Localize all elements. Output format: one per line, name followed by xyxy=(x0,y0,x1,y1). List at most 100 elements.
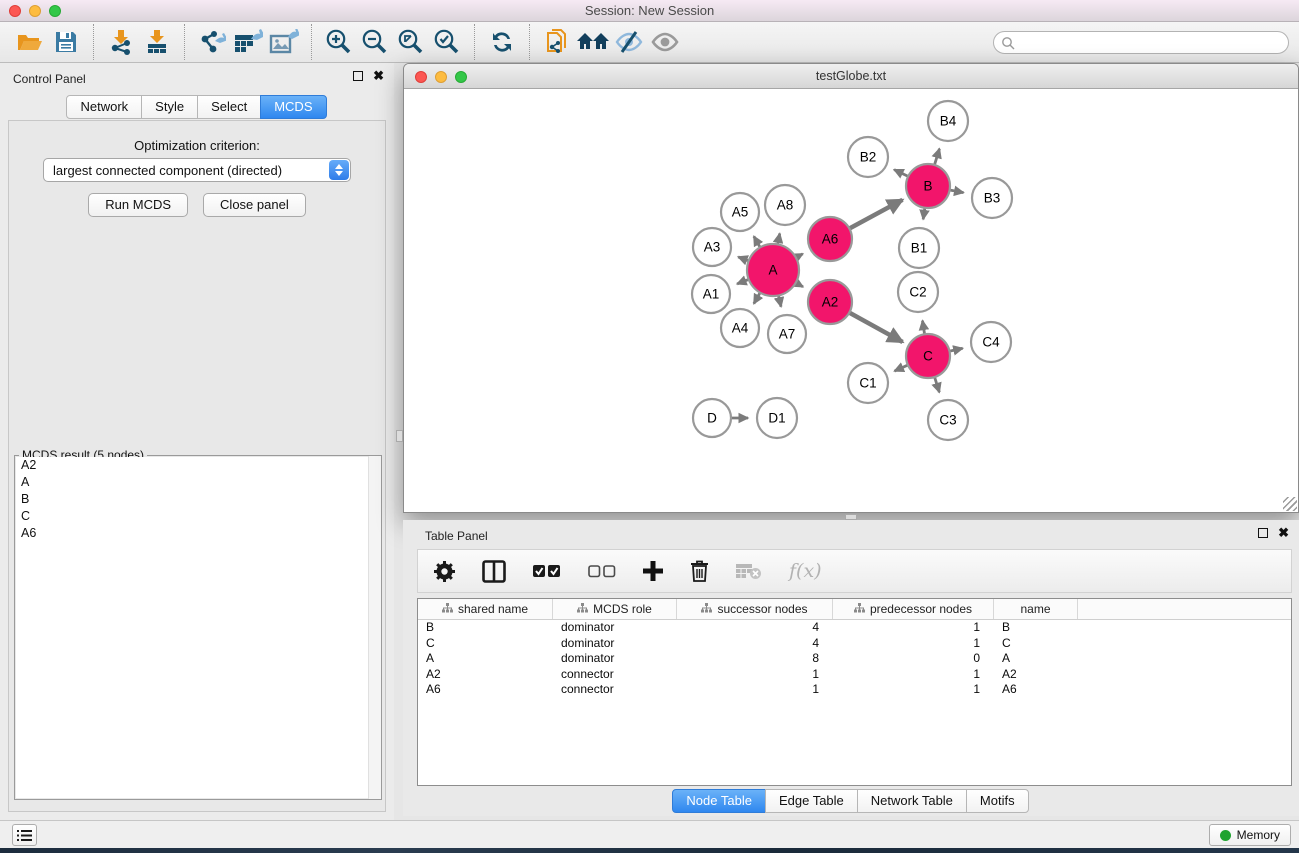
tab-node-table[interactable]: Node Table xyxy=(672,789,766,813)
zoom-in-icon[interactable] xyxy=(321,25,357,59)
result-item[interactable]: A2 xyxy=(16,457,380,474)
node-table[interactable]: shared nameMCDS rolesuccessor nodesprede… xyxy=(417,598,1292,786)
network-canvas[interactable]: B4B2BB3A5A8A3A6B1AA1C2A2A4A7CC4C1C3DD1 xyxy=(404,89,1298,512)
tab-network[interactable]: Network xyxy=(66,95,142,119)
search-field[interactable] xyxy=(993,31,1289,54)
first-neighbors-houses-icon[interactable] xyxy=(575,25,611,59)
column-header-name[interactable]: name xyxy=(994,599,1078,619)
control-panel-float-icon[interactable] xyxy=(353,71,363,81)
save-session-icon[interactable] xyxy=(48,25,84,59)
new-network-from-selection-icon[interactable] xyxy=(539,25,575,59)
export-image-icon[interactable] xyxy=(266,25,302,59)
graph-edge-A6-B[interactable] xyxy=(848,200,903,230)
open-session-icon[interactable] xyxy=(12,25,48,59)
result-scrollbar[interactable] xyxy=(368,456,381,799)
column-header-MCDS-role[interactable]: MCDS role xyxy=(553,599,677,619)
run-mcds-button[interactable]: Run MCDS xyxy=(88,193,188,217)
import-network-icon[interactable] xyxy=(103,25,139,59)
cell-shared-name[interactable]: A xyxy=(418,651,553,667)
cell-successor-nodes[interactable]: 1 xyxy=(677,667,833,683)
cell-predecessor-nodes[interactable]: 1 xyxy=(833,667,994,683)
tab-edge-table[interactable]: Edge Table xyxy=(765,789,858,813)
node-table-header[interactable]: shared nameMCDS rolesuccessor nodesprede… xyxy=(418,599,1291,620)
cell-predecessor-nodes[interactable]: 1 xyxy=(833,682,994,698)
cell-shared-name[interactable]: A2 xyxy=(418,667,553,683)
cell-name[interactable]: C xyxy=(994,636,1078,652)
network-graph[interactable]: B4B2BB3A5A8A3A6B1AA1C2A2A4A7CC4C1C3DD1 xyxy=(404,89,1298,512)
cell-shared-name[interactable]: B xyxy=(418,620,553,636)
hide-selected-eye-slash-icon[interactable] xyxy=(611,25,647,59)
cell-predecessor-nodes[interactable]: 1 xyxy=(833,636,994,652)
zoom-out-icon[interactable] xyxy=(357,25,393,59)
table-panel-close-icon[interactable]: ✖ xyxy=(1278,527,1289,539)
function-builder-fx-icon: f(x) xyxy=(789,560,822,582)
mcds-result-list[interactable]: A2ABCA6 xyxy=(16,457,380,798)
export-network-icon[interactable] xyxy=(194,25,230,59)
table-panel-float-icon[interactable] xyxy=(1258,528,1268,538)
network-close-button[interactable] xyxy=(415,71,427,83)
table-row[interactable]: Cdominator41C xyxy=(418,636,1291,652)
criterion-dropdown[interactable]: largest connected component (directed) xyxy=(43,158,351,182)
delete-columns-trash-icon[interactable] xyxy=(690,560,709,582)
graph-node-label-A3: A3 xyxy=(704,240,721,255)
cell-name[interactable]: A2 xyxy=(994,667,1078,683)
graph-edge-A2-C[interactable] xyxy=(848,312,903,342)
settings-gear-icon[interactable] xyxy=(434,561,455,582)
result-item[interactable]: A6 xyxy=(16,525,380,542)
zoom-fit-icon[interactable] xyxy=(393,25,429,59)
cell-name[interactable]: B xyxy=(994,620,1078,636)
cell-successor-nodes[interactable]: 1 xyxy=(677,682,833,698)
result-item[interactable]: C xyxy=(16,508,380,525)
tab-network-table[interactable]: Network Table xyxy=(857,789,967,813)
column-header-predecessor-nodes[interactable]: predecessor nodes xyxy=(833,599,994,619)
result-item[interactable]: B xyxy=(16,491,380,508)
cell-MCDS-role[interactable]: dominator xyxy=(553,636,677,652)
tab-motifs[interactable]: Motifs xyxy=(966,789,1029,813)
zoom-selected-icon[interactable] xyxy=(429,25,465,59)
search-input[interactable] xyxy=(1015,34,1288,52)
cell-predecessor-nodes[interactable]: 0 xyxy=(833,651,994,667)
close-panel-button[interactable]: Close panel xyxy=(203,193,306,217)
network-resize-grip[interactable] xyxy=(1283,497,1297,511)
memory-button[interactable]: Memory xyxy=(1209,824,1291,846)
refresh-icon[interactable] xyxy=(484,25,520,59)
cell-MCDS-role[interactable]: dominator xyxy=(553,620,677,636)
cell-name[interactable]: A xyxy=(994,651,1078,667)
cell-shared-name[interactable]: A6 xyxy=(418,682,553,698)
control-panel-close-icon[interactable]: ✖ xyxy=(373,70,384,82)
divider-grip-vertical[interactable] xyxy=(396,430,403,442)
toggle-panel-columns-icon[interactable] xyxy=(482,560,506,583)
task-history-button[interactable] xyxy=(12,824,37,846)
cell-successor-nodes[interactable]: 4 xyxy=(677,636,833,652)
table-row[interactable]: A2connector11A2 xyxy=(418,667,1291,683)
result-item[interactable]: A xyxy=(16,474,380,491)
node-table-body[interactable]: Bdominator41BCdominator41CAdominator80AA… xyxy=(418,620,1291,698)
export-table-icon[interactable] xyxy=(230,25,266,59)
import-table-icon[interactable] xyxy=(139,25,175,59)
cell-successor-nodes[interactable]: 4 xyxy=(677,620,833,636)
cytoscape-app: Session: New Session xyxy=(0,0,1299,853)
hide-columns-unchecked-icon[interactable] xyxy=(588,564,616,578)
table-row[interactable]: Adominator80A xyxy=(418,651,1291,667)
show-columns-checked-icon[interactable] xyxy=(533,564,561,578)
tab-mcds[interactable]: MCDS xyxy=(260,95,326,119)
cell-MCDS-role[interactable]: connector xyxy=(553,667,677,683)
network-zoom-button[interactable] xyxy=(455,71,467,83)
optimization-criterion-label: Optimization criterion: xyxy=(9,138,385,153)
table-row[interactable]: A6connector11A6 xyxy=(418,682,1291,698)
show-all-eye-icon[interactable] xyxy=(647,25,683,59)
add-column-plus-icon[interactable] xyxy=(643,561,663,581)
network-window-titlebar[interactable]: testGlobe.txt xyxy=(404,64,1298,89)
tab-style[interactable]: Style xyxy=(141,95,198,119)
cell-predecessor-nodes[interactable]: 1 xyxy=(833,620,994,636)
network-minimize-button[interactable] xyxy=(435,71,447,83)
tab-select[interactable]: Select xyxy=(197,95,261,119)
cell-MCDS-role[interactable]: dominator xyxy=(553,651,677,667)
cell-name[interactable]: A6 xyxy=(994,682,1078,698)
table-row[interactable]: Bdominator41B xyxy=(418,620,1291,636)
cell-successor-nodes[interactable]: 8 xyxy=(677,651,833,667)
cell-shared-name[interactable]: C xyxy=(418,636,553,652)
cell-MCDS-role[interactable]: connector xyxy=(553,682,677,698)
column-header-successor-nodes[interactable]: successor nodes xyxy=(677,599,833,619)
column-header-shared-name[interactable]: shared name xyxy=(418,599,553,619)
